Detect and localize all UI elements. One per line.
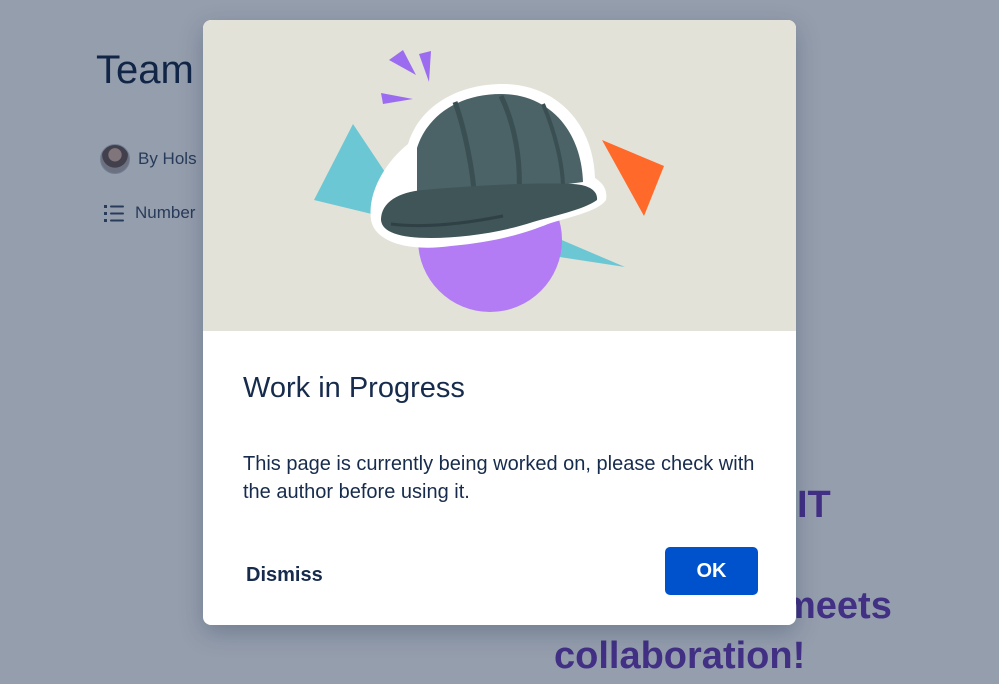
modal-hero bbox=[203, 20, 796, 331]
hard-hat-illustration bbox=[314, 50, 664, 312]
orange-triangle bbox=[602, 140, 664, 216]
hat-brim bbox=[381, 183, 598, 238]
dismiss-button[interactable]: Dismiss bbox=[233, 554, 336, 596]
spark-shape bbox=[381, 93, 413, 104]
spark-shape bbox=[419, 51, 431, 82]
spark-shape bbox=[389, 50, 416, 75]
modal-body: This page is currently being worked on, … bbox=[243, 453, 755, 503]
modal-title: Work in Progress bbox=[243, 372, 465, 404]
ok-button[interactable]: OK bbox=[665, 547, 758, 595]
work-in-progress-modal: Work in Progress This page is currently … bbox=[203, 20, 796, 625]
